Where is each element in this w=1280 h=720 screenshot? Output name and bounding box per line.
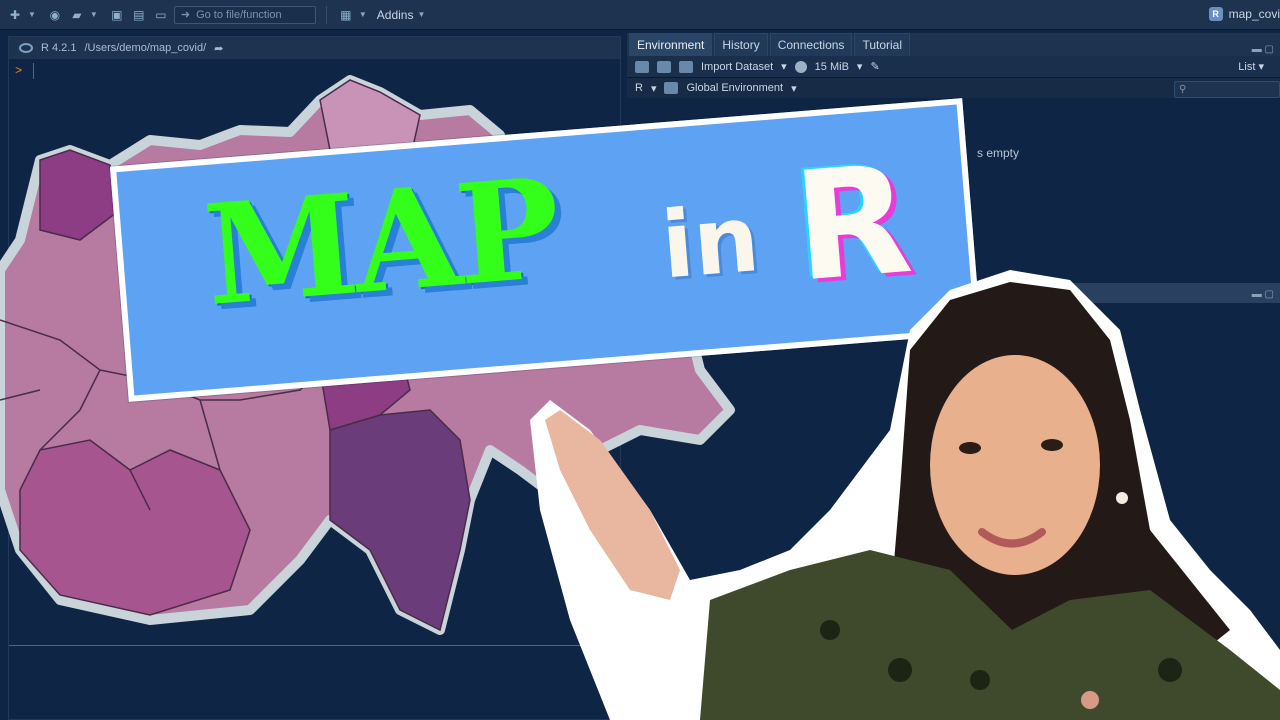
print-icon[interactable]: ▭ bbox=[152, 7, 170, 23]
project-name: map_covi bbox=[1228, 7, 1280, 21]
arrow-right-icon: ➜ bbox=[180, 9, 191, 21]
addins-menu[interactable]: Addins bbox=[377, 8, 414, 22]
env-search-input[interactable]: ⚲ bbox=[1174, 81, 1280, 98]
eye-right bbox=[1041, 439, 1063, 451]
project-menu[interactable]: R map_covi bbox=[1208, 7, 1280, 21]
toolbar-divider bbox=[325, 5, 327, 24]
save-icon[interactable]: ▣ bbox=[108, 7, 126, 23]
minimize-pane-icon[interactable]: ▬ ▢ bbox=[1252, 44, 1274, 55]
eye-left bbox=[959, 442, 981, 454]
blouse-pattern bbox=[970, 670, 990, 690]
r-logo-icon bbox=[19, 43, 33, 53]
tab-history[interactable]: History bbox=[714, 33, 768, 56]
new-file-icon[interactable]: ✚ bbox=[6, 7, 24, 23]
tab-tutorial[interactable]: Tutorial bbox=[854, 33, 911, 56]
chevron-down-icon[interactable]: ▼ bbox=[28, 10, 36, 19]
goto-file-input[interactable]: ➜ Go to file/function bbox=[173, 5, 316, 24]
open-folder-icon[interactable]: ▰ bbox=[68, 7, 86, 23]
r-version: R 4.2.1 bbox=[41, 42, 77, 54]
presenter-photo bbox=[530, 270, 1280, 720]
console-header: R 4.2.1 /Users/demo/map_covid/ ➦ bbox=[9, 37, 620, 59]
goto-placeholder: Go to file/function bbox=[196, 8, 282, 21]
chevron-down-icon[interactable]: ▾ bbox=[781, 60, 787, 73]
view-mode-label: List bbox=[1238, 61, 1256, 73]
project-icon: R bbox=[1208, 7, 1223, 21]
empty-environment-message: s empty bbox=[977, 146, 1020, 160]
banner-word-map: MAP bbox=[198, 146, 563, 338]
chevron-down-icon[interactable]: ▾ bbox=[857, 60, 863, 73]
env-tabs: Environment History Connections Tutorial bbox=[627, 33, 1280, 56]
blouse-pattern bbox=[888, 658, 912, 682]
save-all-icon[interactable]: ▤ bbox=[130, 7, 148, 23]
broom-icon[interactable]: ✎ bbox=[870, 60, 879, 73]
chevron-down-icon[interactable]: ▼ bbox=[359, 10, 367, 19]
region-ticino bbox=[329, 409, 471, 632]
memory-pie-icon bbox=[794, 60, 807, 73]
goto-directory-icon[interactable]: ➦ bbox=[214, 42, 223, 55]
tab-environment[interactable]: Environment bbox=[629, 33, 713, 56]
main-toolbar: ✚ ▼ ◉ ▰ ▼ ▣ ▤ ▭ ➜ Go to file/function ▦ … bbox=[0, 0, 1280, 30]
working-directory[interactable]: /Users/demo/map_covid/ bbox=[84, 42, 206, 54]
view-mode-select[interactable]: List ▾ bbox=[1238, 60, 1264, 73]
grid-layout-icon[interactable]: ▦ bbox=[337, 7, 355, 23]
tab-connections[interactable]: Connections bbox=[769, 33, 853, 56]
new-project-icon[interactable]: ◉ bbox=[46, 7, 64, 23]
chevron-down-icon[interactable]: ▼ bbox=[417, 10, 425, 19]
blouse-pattern bbox=[820, 620, 840, 640]
earring-icon bbox=[1116, 492, 1128, 504]
chevron-down-icon[interactable]: ▾ bbox=[791, 82, 797, 95]
chevron-down-icon[interactable]: ▼ bbox=[90, 10, 98, 19]
memory-usage[interactable]: 15 MiB bbox=[815, 61, 849, 73]
search-icon: ⚲ bbox=[1179, 84, 1187, 95]
blouse-pattern bbox=[1081, 691, 1099, 709]
blouse-pattern bbox=[1158, 658, 1182, 682]
